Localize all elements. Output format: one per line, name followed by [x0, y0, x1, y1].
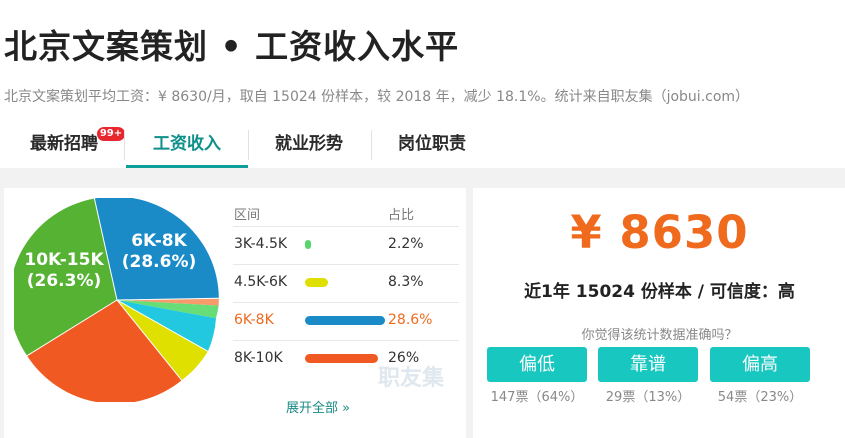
- row-bar: [305, 316, 385, 325]
- table-header-percent: 占比: [388, 208, 415, 223]
- vote-high-button[interactable]: 偏高: [710, 347, 810, 382]
- tab-latest-jobs-label: 最新招聘: [30, 134, 98, 154]
- pie-label-range: 6K-8K: [131, 231, 187, 251]
- panel-border-left: [0, 168, 4, 438]
- vote-low-button[interactable]: 偏低: [487, 347, 587, 382]
- table-row: 3K-4.5K 2.2%: [233, 226, 459, 264]
- new-jobs-badge: 99+: [96, 126, 126, 142]
- average-salary: ¥ 8630: [570, 206, 749, 259]
- row-range: 6K-8K: [234, 312, 274, 328]
- tab-responsibilities-label: 岗位职责: [398, 134, 466, 154]
- tab-bar: 最新招聘 99+ 工资收入 就业形势 岗位职责: [0, 124, 845, 168]
- vote-accurate-button[interactable]: 靠谱: [598, 347, 698, 382]
- pie-svg: [9, 196, 219, 404]
- tab-salary[interactable]: 工资收入: [126, 124, 248, 168]
- tab-responsibilities[interactable]: 岗位职责: [372, 124, 492, 165]
- sample-info: 近1年 15024 份样本 / 可信度：高: [524, 282, 795, 302]
- row-bar: [305, 240, 311, 249]
- tab-salary-label: 工资收入: [153, 134, 221, 154]
- accuracy-question: 你觉得该统计数据准确吗？: [581, 328, 738, 343]
- row-percent: 2.2%: [388, 236, 424, 252]
- table-row: 6K-8K 28.6%: [233, 302, 459, 340]
- tab-employment[interactable]: 就业形势: [249, 124, 369, 165]
- page-title: 北京文案策划 • 工资收入水平: [4, 27, 460, 66]
- table-row: 4.5K-6K 8.3%: [233, 264, 459, 302]
- row-bar: [305, 278, 328, 287]
- pie-label-pct: (26.3%): [26, 271, 102, 291]
- pie-label-6k-8k: 6K-8K (28.6%): [114, 231, 204, 273]
- row-percent: 8.3%: [388, 274, 424, 290]
- section-divider: [0, 168, 845, 188]
- row-percent: 28.6%: [388, 312, 433, 328]
- table-header-range: 区间: [234, 208, 261, 223]
- pie-label-pct: (28.6%): [121, 252, 197, 272]
- pie-label-10k-15k: 10K-15K (26.3%): [14, 250, 114, 292]
- tab-employment-label: 就业形势: [275, 134, 343, 154]
- vote-high-count: 54票（23%）: [717, 390, 803, 405]
- row-range: 4.5K-6K: [234, 274, 288, 290]
- tab-divider: [124, 130, 125, 160]
- row-range: 3K-4.5K: [234, 236, 288, 252]
- row-bar: [305, 354, 378, 363]
- row-range: 8K-10K: [234, 350, 283, 366]
- pie-label-range: 10K-15K: [24, 250, 104, 270]
- watermark-logo: 职友集: [378, 366, 445, 391]
- salary-pie-chart: 6K-8K (28.6%) 10K-15K (26.3%): [9, 196, 220, 404]
- salary-summary-text: 北京文案策划平均工资：¥ 8630/月，取自 15024 份样本，较 2018 …: [4, 89, 750, 105]
- expand-all-link[interactable]: 展开全部 »: [286, 397, 350, 416]
